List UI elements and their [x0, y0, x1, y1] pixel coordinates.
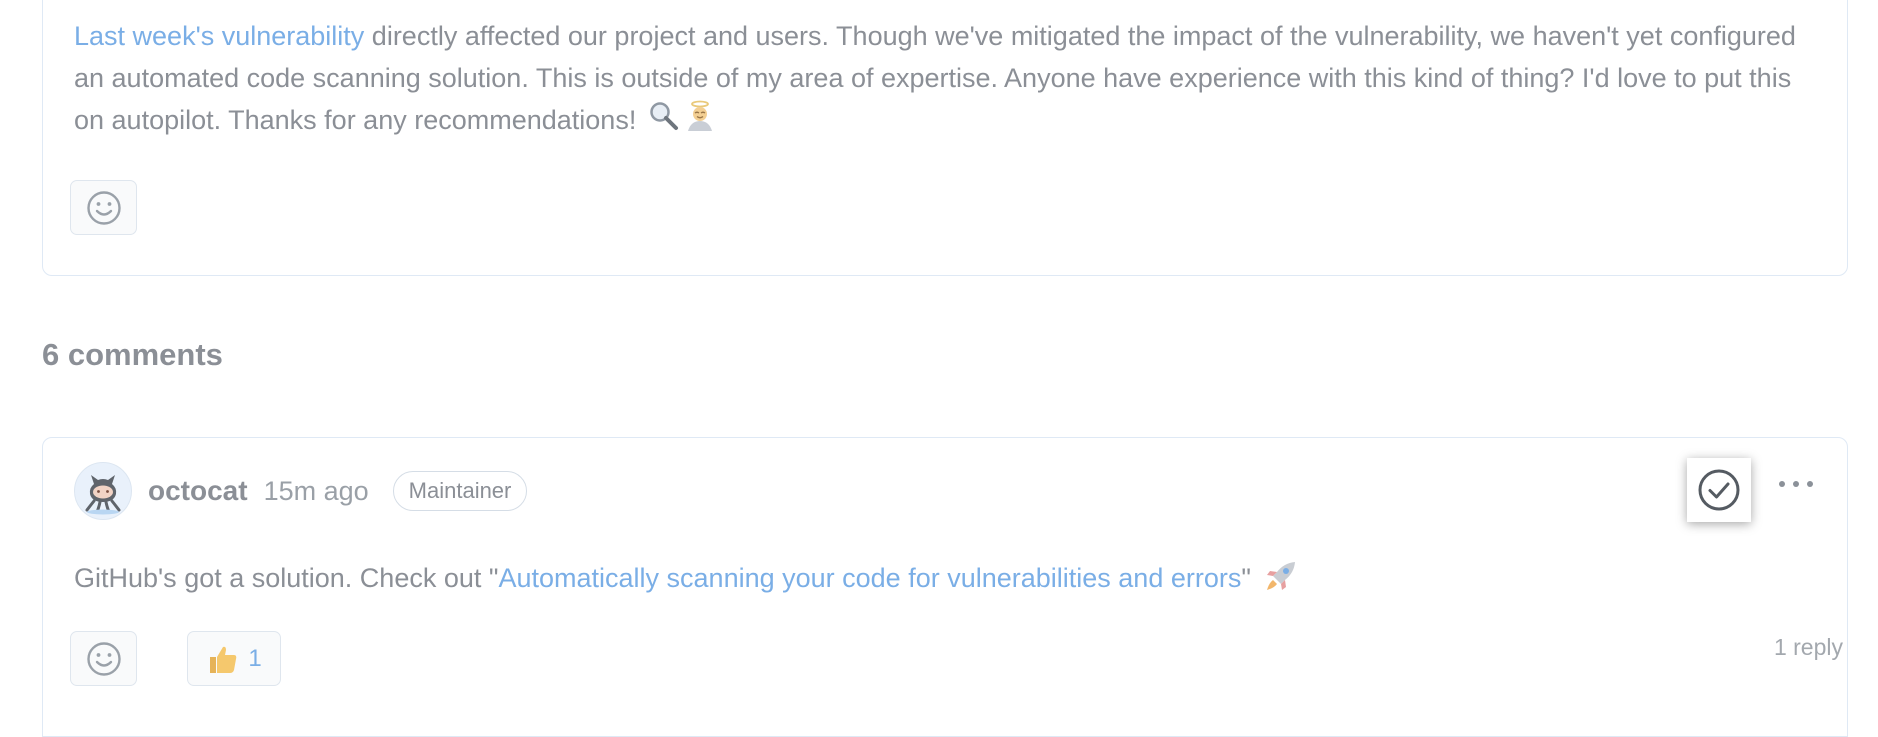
thumbs-up-reaction-button[interactable]: 1: [187, 631, 281, 686]
more-options-button[interactable]: [1773, 458, 1819, 510]
comments-heading: 6 comments: [42, 337, 223, 372]
reply-count[interactable]: 1 reply: [1743, 634, 1843, 661]
thumbs-up-icon: [210, 646, 237, 673]
discussion-post-card: Last week's vulnerability directly affec…: [42, 0, 1848, 276]
post-body: Last week's vulnerability directly affec…: [74, 15, 1824, 141]
post-vulnerability-link[interactable]: Last week's vulnerability: [74, 21, 364, 51]
comment-body-suffix: ": [1241, 563, 1251, 593]
mark-as-answer-button[interactable]: [1687, 458, 1751, 522]
add-reaction-button[interactable]: [70, 631, 137, 686]
thumbs-up-count: 1: [248, 644, 262, 672]
rocket-icon: [1267, 562, 1296, 590]
comment-card: octocat 15m ago Maintainer GitHub's got …: [42, 437, 1848, 737]
person-with-halo-icon: [687, 100, 712, 131]
avatar[interactable]: [74, 462, 132, 520]
add-reaction-button[interactable]: [70, 180, 137, 235]
kebab-horizontal-icon: [1779, 481, 1813, 487]
magnifying-glass-icon: [650, 102, 678, 130]
check-circle-icon: [1698, 469, 1740, 511]
comment-timestamp[interactable]: 15m ago: [264, 476, 369, 507]
smiley-icon: [86, 190, 121, 225]
comment-body: GitHub's got a solution. Check out "Auto…: [74, 558, 1298, 598]
comment-author[interactable]: octocat: [148, 475, 248, 507]
smiley-icon: [86, 641, 121, 676]
comment-body-prefix: GitHub's got a solution. Check out ": [74, 563, 499, 593]
role-badge: Maintainer: [392, 471, 528, 511]
octocat-icon: [85, 475, 121, 515]
code-scanning-article-link[interactable]: Automatically scanning your code for vul…: [498, 563, 1241, 593]
comment-header: octocat 15m ago Maintainer: [74, 462, 528, 520]
